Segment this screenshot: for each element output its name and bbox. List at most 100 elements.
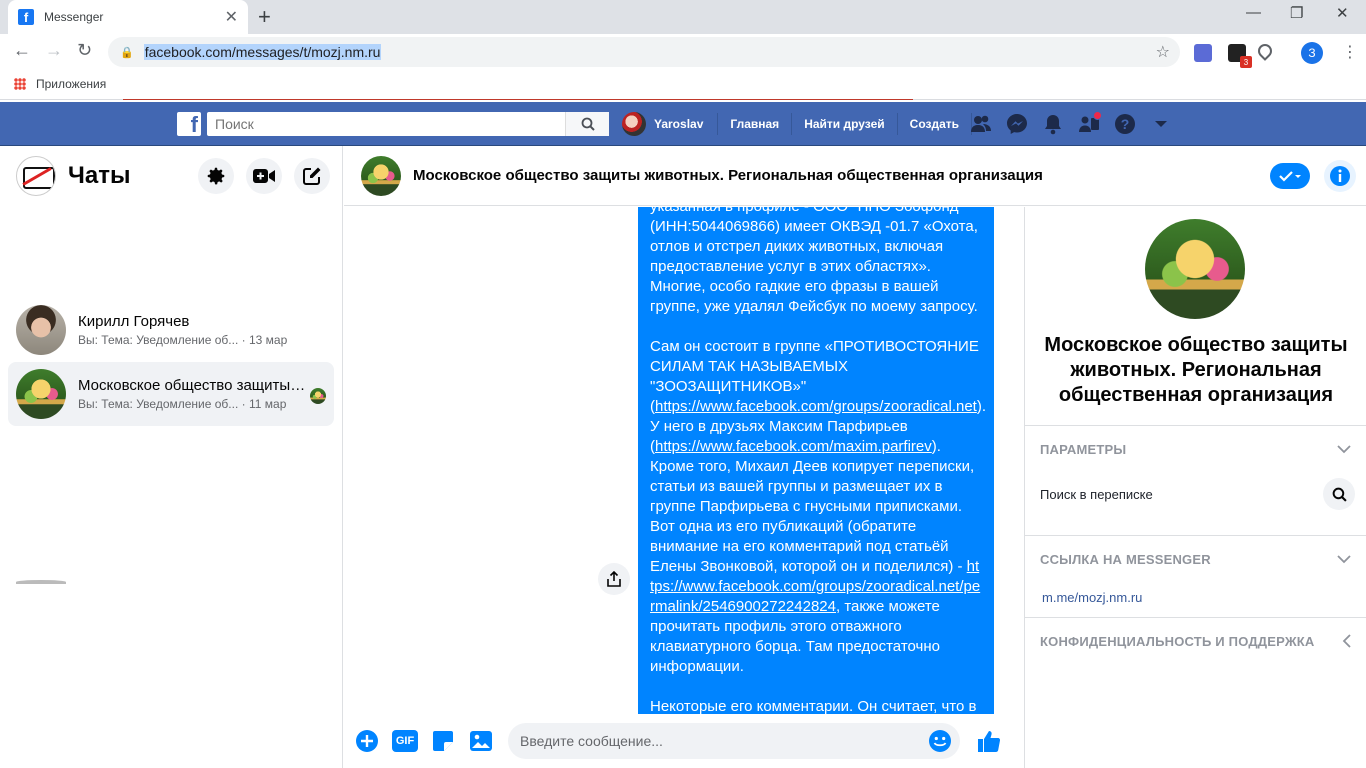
back-icon[interactable]: ← — [13, 40, 31, 61]
nav-home-link[interactable]: Главная — [718, 113, 793, 135]
bookmark-star-icon[interactable]: ☆ — [1156, 42, 1170, 62]
quick-help-people-icon[interactable] — [1078, 111, 1102, 135]
url-text[interactable]: facebook.com/messages/t/mozj.nm.ru — [143, 44, 382, 60]
chat-item-info: Московское общество защиты ... Вы: Тема:… — [78, 377, 326, 411]
more-actions-button[interactable] — [354, 728, 380, 754]
partial-chat-avatar — [16, 580, 66, 584]
lock-icon: 🔒 — [120, 46, 134, 59]
apps-bookmark[interactable]: Приложения — [14, 77, 106, 91]
bookmarks-bar: Приложения — [0, 70, 1366, 100]
info-panel-avatar[interactable] — [1145, 219, 1245, 319]
extension-badge-count: 3 — [1240, 56, 1252, 68]
profile-avatar[interactable]: З — [1301, 42, 1323, 64]
share-message-button[interactable] — [598, 563, 630, 595]
user-avatar — [622, 112, 646, 136]
loading-line — [123, 99, 913, 100]
svg-text:?: ? — [1121, 116, 1130, 132]
chat-preview-text: Вы: Тема: Уведомление об... — [78, 397, 239, 411]
page-avatar[interactable] — [16, 156, 56, 196]
message-bubble[interactable]: указанная в профиле - ООО "НПО Зоофонд" … — [638, 207, 994, 714]
chat-item-kirill[interactable]: Кирилл Горячев Вы: Тема: Уведомление об.… — [8, 298, 334, 362]
chat-list: Кирилл Горячев Вы: Тема: Уведомление об.… — [8, 298, 334, 426]
contact-avatar — [16, 369, 66, 419]
notifications-bell-icon[interactable] — [1042, 113, 1064, 135]
photo-button[interactable] — [468, 728, 494, 754]
privacy-support-header[interactable]: КОНФИДЕНЦИАЛЬНОСТЬ И ПОДДЕРЖКА — [1025, 618, 1366, 664]
privacy-support-header-label: КОНФИДЕНЦИАЛЬНОСТЬ И ПОДДЕРЖКА — [1040, 633, 1315, 649]
sticker-icon — [433, 731, 453, 751]
conversation-info-panel: Московское общество защиты животных. Рег… — [1024, 207, 1366, 768]
info-panel-name: Московское общество защиты животных. Рег… — [1044, 334, 1348, 406]
extension-badge-icon[interactable]: 3 — [1228, 44, 1252, 68]
new-message-button[interactable] — [294, 158, 330, 194]
chat-item-mozj[interactable]: Московское общество защиты ... Вы: Тема:… — [8, 362, 334, 426]
options-header[interactable]: ПАРАМЕТРЫ — [1025, 426, 1366, 472]
chats-header: Чаты — [0, 146, 342, 206]
conversation-avatar[interactable] — [361, 155, 401, 196]
message-input[interactable] — [520, 733, 928, 749]
conversation-title[interactable]: Московское общество защиты животных. Рег… — [413, 167, 1270, 184]
facebook-nav: Yaroslav Главная Найти друзей Создать — [622, 102, 973, 146]
nav-create-link[interactable]: Создать — [898, 113, 973, 135]
chat-preview-text: Вы: Тема: Уведомление об... — [78, 333, 239, 347]
video-camera-plus-icon — [253, 169, 275, 183]
thumbs-up-icon — [978, 731, 1001, 753]
facebook-search — [207, 112, 609, 136]
new-video-call-button[interactable] — [246, 158, 282, 194]
chat-item-info: Кирилл Горячев Вы: Тема: Уведомление об.… — [78, 313, 326, 347]
message-link[interactable]: https://www.facebook.com/maxim.parfirev — [655, 438, 932, 455]
messenger-link[interactable]: m.me/mozj.nm.ru — [1025, 582, 1366, 612]
apps-label: Приложения — [36, 77, 107, 91]
info-icon — [1330, 165, 1350, 186]
sticker-button[interactable] — [430, 728, 456, 754]
message-paragraph: Некоторые его комментарии. Он считает, ч… — [650, 698, 977, 714]
profile-link[interactable]: Yaroslav — [622, 112, 719, 136]
help-question-icon[interactable]: ? — [1114, 113, 1136, 135]
minimize-window-icon[interactable]: — — [1246, 4, 1261, 21]
facebook-search-input[interactable] — [207, 112, 565, 136]
messenger-icon[interactable] — [1006, 113, 1028, 135]
seen-avatar — [310, 388, 326, 404]
chevron-left-icon — [1342, 634, 1351, 648]
facebook-favicon-icon: f — [18, 9, 34, 25]
browser-menu-icon[interactable]: ⋮ — [1342, 42, 1358, 62]
chat-preview-date: 13 мар — [248, 333, 288, 347]
settings-button[interactable] — [198, 158, 234, 194]
message-paragraph: указанная в профиле - ООО "НПО Зоофонд" … — [650, 207, 978, 315]
mark-done-button[interactable] — [1270, 162, 1310, 189]
messenger-link-header[interactable]: ССЫЛКА НА MESSENGER — [1025, 536, 1366, 582]
chat-preview-date: 11 мар — [248, 397, 287, 411]
facebook-logo-icon[interactable]: f — [177, 112, 201, 136]
new-tab-icon[interactable]: + — [258, 4, 271, 30]
browser-tab-title: Messenger — [44, 10, 104, 24]
reload-icon[interactable]: ↻ — [77, 40, 92, 61]
extension-icon[interactable] — [1194, 44, 1212, 62]
conversation-info-button[interactable] — [1324, 159, 1356, 192]
like-button[interactable] — [976, 728, 1002, 754]
emoji-icon[interactable] — [928, 729, 952, 753]
gif-button[interactable]: GIF — [392, 728, 418, 754]
close-window-icon[interactable]: ✕ — [1336, 4, 1349, 22]
message-link[interactable]: https://www.facebook.com/groups/zooradic… — [655, 398, 977, 415]
close-tab-icon[interactable]: ✕ — [225, 7, 238, 27]
friend-requests-icon[interactable] — [970, 113, 992, 135]
image-icon — [470, 731, 492, 751]
plus-circle-icon — [356, 730, 378, 752]
forward-icon[interactable]: → — [45, 40, 63, 61]
gear-icon — [207, 167, 225, 185]
search-in-conversation-button[interactable] — [1323, 478, 1355, 510]
message-paragraph: Сам он состоит в группе «ПРОТИВОСТОЯНИЕ … — [650, 337, 986, 677]
address-bar[interactable]: 🔒 facebook.com/messages/t/mozj.nm.ru ☆ — [108, 37, 1180, 67]
chat-item-name: Кирилл Горячев — [78, 313, 190, 330]
account-menu-caret-icon[interactable] — [1150, 113, 1172, 135]
message-area[interactable]: указанная в профиле - ООО "НПО Зоофонд" … — [344, 207, 1024, 714]
search-icon[interactable] — [565, 112, 609, 136]
search-in-conversation-row[interactable]: Поиск в переписке — [1025, 472, 1366, 516]
privacy-support-section: КОНФИДЕНЦИАЛЬНОСТЬ И ПОДДЕРЖКА — [1025, 617, 1366, 664]
options-section: ПАРАМЕТРЫ Поиск в переписке — [1025, 425, 1366, 516]
browser-tab[interactable]: f Messenger ✕ — [8, 0, 248, 34]
drive-extension-icon[interactable] — [1255, 41, 1275, 61]
maximize-window-icon[interactable]: ❐ — [1290, 4, 1303, 22]
message-composer: GIF — [344, 714, 1024, 768]
nav-find-friends-link[interactable]: Найти друзей — [792, 113, 898, 135]
